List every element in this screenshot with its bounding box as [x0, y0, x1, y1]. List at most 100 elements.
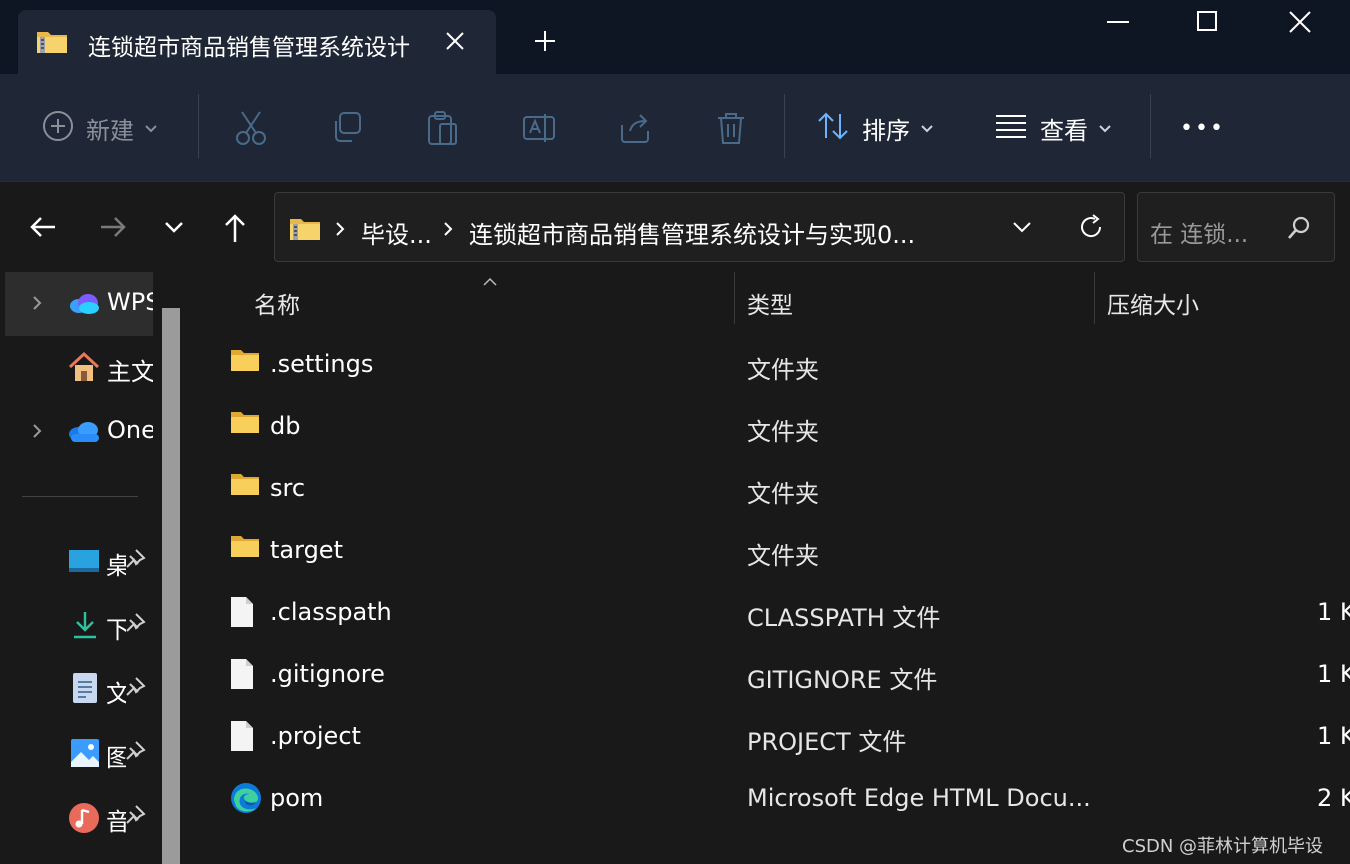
- maximize-button[interactable]: [1162, 0, 1254, 44]
- delete-icon[interactable]: [714, 106, 748, 150]
- download-icon: [72, 610, 98, 644]
- file-name: .gitignore: [270, 660, 385, 688]
- file-icon: [230, 596, 254, 632]
- file-row[interactable]: .gitignore GITIGNORE 文件 1 K: [220, 644, 1350, 706]
- minimize-button[interactable]: [1072, 0, 1164, 44]
- column-header-name[interactable]: 名称: [254, 286, 300, 320]
- address-bar[interactable]: 毕设... 连锁超市商品销售管理系统设计与实现0...: [274, 192, 1125, 262]
- file-row[interactable]: pom Microsoft Edge HTML Docu... 2 K: [220, 768, 1350, 830]
- file-row[interactable]: db 文件夹: [220, 396, 1350, 458]
- title-bar: 连锁超市商品销售管理系统设计: [0, 0, 1350, 74]
- view-label: 查看: [1040, 116, 1088, 145]
- rename-icon[interactable]: [522, 106, 556, 150]
- close-window-button[interactable]: [1254, 0, 1346, 44]
- file-name: src: [270, 474, 306, 502]
- quick-access-pictures[interactable]: 图: [68, 734, 158, 774]
- sort-icon: [816, 110, 850, 146]
- file-row[interactable]: src 文件夹: [220, 458, 1350, 520]
- sidebar-item-home[interactable]: 主文: [5, 336, 153, 400]
- column-header-size[interactable]: 压缩大小: [1107, 286, 1199, 320]
- new-label: 新建: [86, 116, 134, 145]
- quick-access-documents[interactable]: 文: [68, 670, 158, 710]
- file-name: target: [270, 536, 343, 564]
- file-name: pom: [270, 784, 324, 812]
- file-type: PROJECT 文件: [747, 728, 907, 756]
- quick-access-desktop[interactable]: 桌: [68, 542, 158, 582]
- view-button[interactable]: 查看: [994, 106, 1112, 150]
- chevron-right-icon[interactable]: [31, 422, 43, 444]
- paste-icon[interactable]: [426, 106, 460, 150]
- more-options-button[interactable]: •••: [1180, 106, 1225, 150]
- file-icon: [230, 720, 254, 756]
- file-row[interactable]: .project PROJECT 文件 1 K: [220, 706, 1350, 768]
- active-tab[interactable]: 连锁超市商品销售管理系统设计: [18, 10, 496, 74]
- tab-close-icon[interactable]: [440, 26, 470, 56]
- folder-icon: [230, 410, 260, 438]
- file-list: 名称 类型 压缩大小 .settings 文件夹 db 文件夹 src 文件夹 target…: [190, 272, 1350, 864]
- search-icon[interactable]: [1286, 215, 1312, 245]
- navigation-pane: WPS 主文 One 桌 下 文 图 音: [0, 272, 190, 864]
- wps-cloud-icon: [67, 286, 101, 324]
- onedrive-cloud-icon: [67, 414, 101, 452]
- sort-label: 排序: [862, 116, 910, 145]
- new-button[interactable]: 新建: [42, 106, 158, 150]
- toolbar-separator: [198, 94, 199, 158]
- quick-access-label: 文: [106, 680, 126, 708]
- forward-arrow-icon[interactable]: [98, 212, 128, 246]
- file-type: 文件夹: [747, 480, 819, 508]
- toolbar-separator: [1150, 94, 1151, 158]
- navigation-bar: 毕设... 连锁超市商品销售管理系统设计与实现0... 在 连锁...: [0, 182, 1350, 272]
- breadcrumb-separator-icon: [443, 221, 453, 241]
- command-bar: 新建 排序 查看 •••: [0, 74, 1350, 182]
- folder-icon: [230, 534, 260, 562]
- sidebar-item-wps[interactable]: WPS: [5, 272, 153, 336]
- column-divider[interactable]: [1094, 272, 1095, 324]
- recent-locations-chevron-icon[interactable]: [162, 218, 186, 240]
- breadcrumb-item[interactable]: 毕设...: [361, 215, 432, 250]
- zip-folder-icon: [36, 28, 68, 58]
- column-divider[interactable]: [734, 272, 735, 324]
- share-icon[interactable]: [618, 106, 652, 150]
- refresh-icon[interactable]: [1077, 213, 1105, 245]
- sidebar-item-label: 主文: [107, 358, 153, 386]
- copy-icon[interactable]: [330, 106, 364, 150]
- music-icon: [68, 802, 100, 838]
- search-placeholder: 在 连锁...: [1150, 222, 1249, 248]
- breadcrumb-item[interactable]: 连锁超市商品销售管理系统设计与实现0...: [469, 215, 915, 250]
- pin-icon: [124, 676, 146, 702]
- new-tab-button[interactable]: [530, 26, 560, 56]
- pin-icon: [124, 804, 146, 830]
- tab-title: 连锁超市商品销售管理系统设计: [88, 35, 410, 61]
- file-type: CLASSPATH 文件: [747, 604, 941, 632]
- file-type: 文件夹: [747, 418, 819, 446]
- quick-access-label: 音: [106, 808, 126, 836]
- file-type: 文件夹: [747, 356, 819, 384]
- pin-icon: [124, 740, 146, 766]
- sidebar-item-onedrive[interactable]: One: [5, 400, 153, 464]
- quick-access-label: 桌: [106, 552, 126, 580]
- file-name: .classpath: [270, 598, 392, 626]
- home-icon: [67, 350, 101, 388]
- pin-icon: [124, 612, 146, 638]
- more-icon: •••: [1180, 115, 1225, 141]
- sort-button[interactable]: 排序: [816, 106, 934, 150]
- quick-access-downloads[interactable]: 下: [68, 606, 158, 646]
- search-box[interactable]: 在 连锁...: [1137, 192, 1335, 262]
- address-history-chevron-icon[interactable]: [1011, 219, 1033, 239]
- sidebar-scrollbar[interactable]: [162, 308, 180, 864]
- file-row[interactable]: .classpath CLASSPATH 文件 1 K: [220, 582, 1350, 644]
- file-row[interactable]: target 文件夹: [220, 520, 1350, 582]
- file-name: .project: [270, 722, 361, 750]
- up-arrow-icon[interactable]: [220, 212, 250, 248]
- breadcrumb-separator-icon: [335, 221, 345, 241]
- edge-icon: [230, 782, 262, 818]
- file-row[interactable]: .settings 文件夹: [220, 334, 1350, 396]
- back-arrow-icon[interactable]: [28, 212, 58, 246]
- quick-access-music[interactable]: 音: [68, 798, 158, 838]
- chevron-right-icon[interactable]: [31, 294, 43, 316]
- column-header-type[interactable]: 类型: [747, 286, 793, 320]
- desktop-icon: [68, 548, 100, 578]
- watermark: CSDN @菲林计算机毕设: [1122, 836, 1324, 857]
- cut-icon[interactable]: [234, 106, 268, 150]
- file-type: Microsoft Edge HTML Docu...: [747, 784, 1091, 812]
